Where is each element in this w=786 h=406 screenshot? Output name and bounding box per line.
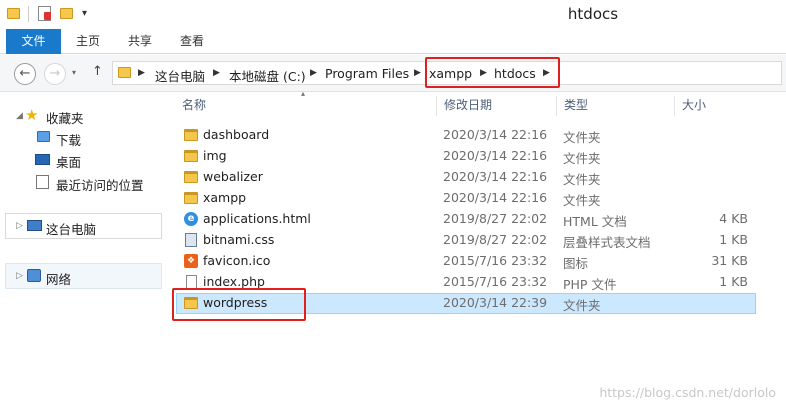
chevron-right-icon[interactable]: ▶: [310, 68, 317, 78]
file-type: 文件夹: [563, 172, 601, 187]
chevron-right-icon[interactable]: ▶: [414, 68, 421, 78]
ribbon-tabs: 文件 主页 共享 查看: [0, 29, 786, 54]
nav-recent-places[interactable]: 最近访问的位置: [56, 175, 144, 194]
column-type[interactable]: 类型: [556, 92, 674, 118]
title-bar: ▾ htdocs: [0, 0, 786, 29]
forward-button[interactable]: →: [44, 63, 66, 85]
favicon-file-icon: ❖: [184, 254, 198, 268]
php-file-icon: [186, 275, 197, 289]
crumb-program-files[interactable]: Program Files: [325, 66, 409, 81]
file-type: 层叠样式表文档: [563, 235, 651, 250]
star-icon: ★: [25, 106, 39, 124]
folder-icon: [184, 171, 198, 183]
nav-network-row[interactable]: ▷ 网络: [5, 263, 162, 289]
folder-icon: [184, 129, 198, 141]
folder-icon: [184, 150, 198, 162]
nav-this-pc-row[interactable]: ▷ 这台电脑: [5, 213, 162, 239]
folder-icon: [184, 192, 198, 204]
nav-favorites[interactable]: 收藏夹: [46, 108, 84, 127]
file-type: 文件夹: [563, 130, 601, 145]
file-date: 2020/3/14 22:16: [443, 169, 548, 184]
file-row-img[interactable]: img 2020/3/14 22:16 文件夹: [176, 146, 756, 167]
tab-share[interactable]: 共享: [118, 29, 162, 54]
tab-home[interactable]: 主页: [66, 29, 110, 54]
file-row-applications-html[interactable]: e applications.html 2019/8/27 22:02 HTML…: [176, 209, 756, 230]
arrow-up-icon: ↑: [92, 64, 103, 79]
computer-icon: [27, 220, 42, 231]
up-button[interactable]: ↑: [92, 64, 103, 79]
back-button[interactable]: ←: [14, 63, 36, 85]
nav-this-pc: 这台电脑: [46, 222, 97, 237]
desktop-icon: [35, 154, 50, 165]
watermark: https://blog.csdn.net/dorlolo: [599, 385, 776, 400]
file-name: applications.html: [203, 211, 311, 226]
nav-downloads[interactable]: 下载: [56, 130, 81, 149]
folder-icon: [118, 67, 131, 78]
file-name: xampp: [203, 190, 247, 205]
file-size: 31 KB: [711, 253, 748, 268]
css-file-icon: [185, 233, 197, 247]
crumb-local-disk[interactable]: 本地磁盘 (C:): [229, 66, 306, 85]
file-type: PHP 文件: [563, 277, 617, 292]
nav-network: 网络: [46, 272, 72, 287]
expand-arrow-icon[interactable]: ▷: [16, 271, 23, 281]
tab-view[interactable]: 查看: [170, 29, 214, 54]
chevron-right-icon[interactable]: ▶: [213, 68, 220, 78]
window-title: htdocs: [567, 5, 619, 23]
file-date: 2020/3/14 22:16: [443, 190, 548, 205]
file-type: 图标: [563, 256, 589, 271]
downloads-icon: [37, 131, 50, 142]
file-size: 1 KB: [719, 274, 748, 289]
file-date: 2015/7/16 23:32: [443, 253, 548, 268]
column-date[interactable]: 修改日期: [436, 92, 556, 118]
column-size[interactable]: 大小: [674, 92, 756, 118]
highlight-box: [425, 57, 560, 88]
file-row-bitnami-css[interactable]: bitnami.css 2019/8/27 22:02 层叠样式表文档 1 KB: [176, 230, 756, 251]
file-type: HTML 文档: [563, 214, 627, 229]
file-name: favicon.ico: [203, 253, 271, 268]
file-date: 2020/3/14 22:16: [443, 127, 548, 142]
arrow-right-icon: →: [49, 66, 61, 81]
file-type: 文件夹: [563, 193, 601, 208]
navigation-bar: ← → ▾ ↑ ▶ 这台电脑 ▶ 本地磁盘 (C:) ▶ Program Fil…: [0, 55, 786, 92]
file-name: webalizer: [203, 169, 263, 184]
column-header: ▴ 名称 修改日期 类型 大小: [164, 89, 756, 118]
file-type: 文件夹: [563, 298, 601, 313]
recent-places-icon: [36, 175, 49, 189]
collapse-arrow-icon[interactable]: ◢: [16, 111, 23, 121]
navigation-pane: ◢ ★ 收藏夹 下载 桌面 最近访问的位置 ▷ 这台电脑 ▷ 网络: [0, 92, 164, 406]
tab-file[interactable]: 文件: [6, 29, 61, 54]
column-name[interactable]: 名称: [174, 92, 436, 118]
file-name: img: [203, 148, 227, 163]
file-date: 2020/3/14 22:16: [443, 148, 548, 163]
file-name: dashboard: [203, 127, 270, 142]
file-date: 2019/8/27 22:02: [443, 211, 548, 226]
file-date: 2019/8/27 22:02: [443, 232, 548, 247]
nav-desktop[interactable]: 桌面: [56, 152, 81, 171]
file-type: 文件夹: [563, 151, 601, 166]
file-name: index.php: [203, 274, 265, 289]
expand-arrow-icon[interactable]: ▷: [16, 221, 23, 231]
highlight-box: [172, 288, 306, 321]
file-row-xampp[interactable]: xampp 2020/3/14 22:16 文件夹: [176, 188, 756, 209]
arrow-left-icon: ←: [19, 66, 31, 81]
chevron-right-icon[interactable]: ▶: [138, 68, 145, 78]
html-file-icon: e: [184, 212, 198, 226]
file-size: 1 KB: [719, 232, 748, 247]
file-row-dashboard[interactable]: dashboard 2020/3/14 22:16 文件夹: [176, 125, 756, 146]
crumb-this-pc[interactable]: 这台电脑: [155, 66, 205, 85]
network-icon: [27, 269, 41, 282]
recent-locations-icon[interactable]: ▾: [72, 68, 76, 77]
file-name: bitnami.css: [203, 232, 275, 247]
file-size: 4 KB: [719, 211, 748, 226]
file-row-favicon-ico[interactable]: ❖ favicon.ico 2015/7/16 23:32 图标 31 KB: [176, 251, 756, 272]
file-date: 2015/7/16 23:32: [443, 274, 548, 289]
file-row-webalizer[interactable]: webalizer 2020/3/14 22:16 文件夹: [176, 167, 756, 188]
file-date: 2020/3/14 22:39: [443, 295, 548, 310]
